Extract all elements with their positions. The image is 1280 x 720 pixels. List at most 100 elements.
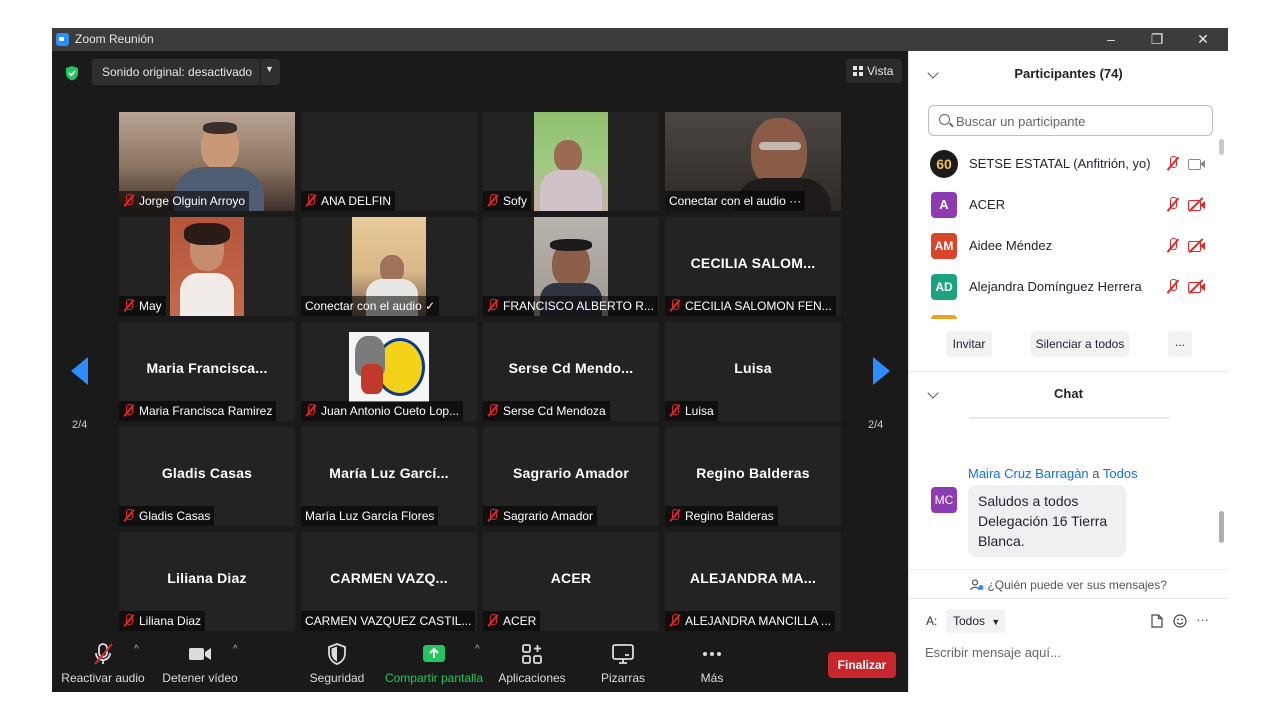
participant-tile[interactable]: ANA DELFIN [301, 112, 477, 211]
participant-display-name: María Luz Garcí... [329, 465, 449, 481]
invite-button[interactable]: Invitar [946, 331, 992, 357]
mic-muted-icon[interactable] [1166, 279, 1180, 295]
participant-name-label: Liliana Diaz [119, 611, 206, 631]
share-options-caret-icon[interactable]: ^ [475, 644, 480, 655]
message-recipient[interactable]: Todos [1103, 466, 1138, 481]
mic-muted-icon [669, 509, 681, 522]
whiteboards-button[interactable]: Pizarras [588, 634, 658, 692]
share-screen-label: Compartir pantalla [384, 671, 484, 685]
restore-button[interactable]: ❐ [1134, 28, 1180, 51]
participant-tile[interactable]: CECILIA SALOM... CECILIA SALOMON FEN... [665, 217, 841, 316]
chevron-down-icon: ▼ [991, 617, 1001, 627]
mic-muted-icon[interactable] [1166, 238, 1180, 254]
chat-more-button[interactable]: ··· [1196, 612, 1209, 627]
mic-muted-icon [487, 614, 499, 627]
participant-tile[interactable]: Conectar con el audio ✓ [301, 217, 477, 316]
close-button[interactable]: ✕ [1180, 28, 1226, 51]
share-screen-button[interactable]: Compartir pantalla [382, 634, 486, 692]
participant-tile[interactable]: Sofy [483, 112, 659, 211]
sound-separator [260, 59, 261, 85]
chat-scrollbar[interactable] [1219, 511, 1224, 543]
audio-options-caret-icon[interactable]: ^ [134, 644, 139, 655]
participant-name: Gladis Casas [139, 509, 211, 523]
participant-name: Sofy [503, 194, 528, 208]
participant-tile[interactable]: ALEJANDRA MA... ALEJANDRA MANCILLA ... [665, 532, 841, 631]
participant-tile[interactable]: May [119, 217, 295, 316]
apps-icon [522, 644, 542, 664]
participant-name: Serse Cd Mendoza [503, 404, 606, 418]
avatar: 60 [930, 150, 958, 178]
view-button[interactable]: Vista [846, 59, 902, 83]
mic-muted-icon [123, 509, 135, 522]
participant-row[interactable]: AD Alejandra Domínguez Herrera [909, 266, 1221, 307]
minimize-button[interactable]: – [1088, 28, 1134, 51]
participant-name-label: CARMEN VAZQUEZ CASTIL... [301, 611, 476, 631]
participant-tile[interactable]: María Luz Garcí... María Luz García Flor… [301, 427, 477, 526]
participants-more-button[interactable]: ... [1168, 331, 1192, 357]
participant-search-box[interactable] [928, 105, 1213, 136]
participant-tile[interactable]: ACER ACER [483, 532, 659, 631]
participant-row[interactable]: A ACER [909, 184, 1221, 225]
recipient-select[interactable]: Todos ▼ [946, 609, 1005, 633]
zoom-app-icon [56, 33, 69, 46]
participant-name-label: Juan Antonio Cueto Lop... [301, 401, 464, 421]
stop-video-button[interactable]: Detener vídeo [156, 634, 244, 692]
security-button[interactable]: Seguridad [302, 634, 372, 692]
participant-name-label: CECILIA SALOMON FEN... [665, 296, 836, 316]
chat-input-divider [909, 598, 1228, 599]
avatar: AM [931, 233, 957, 259]
participant-display-name: Sagrario Amador [512, 465, 630, 481]
participant-tile[interactable]: Liliana Diaz Liliana Diaz [119, 532, 295, 631]
mic-muted-icon [487, 299, 499, 312]
chat-message-input[interactable] [925, 641, 1215, 663]
participant-tile[interactable]: Jorge Olguin Arroyo [119, 112, 295, 211]
next-page-arrow[interactable] [873, 357, 890, 385]
video-options-caret-icon[interactable]: ^ [233, 644, 238, 655]
participant-search-input[interactable] [956, 112, 1206, 130]
sound-dropdown-icon[interactable]: ▼ [265, 64, 274, 74]
previous-page-arrow[interactable] [71, 357, 88, 385]
page-indicator-right: 2/4 [868, 419, 884, 431]
video-camera-icon [189, 648, 211, 660]
share-screen-icon [423, 645, 445, 662]
file-icon[interactable] [1151, 614, 1163, 628]
end-meeting-button[interactable]: Finalizar [828, 652, 896, 678]
participant-tile[interactable]: Gladis Casas Gladis Casas [119, 427, 295, 526]
encryption-shield-icon[interactable] [64, 65, 80, 81]
mic-muted-icon[interactable] [1166, 156, 1180, 172]
message-sender[interactable]: Maira Cruz Barragàn [968, 466, 1089, 481]
participant-tile[interactable]: Conectar con el audio ··· [665, 112, 841, 211]
participant-tile[interactable]: FRANCISCO ALBERTO R... [483, 217, 659, 316]
who-can-see-messages-link[interactable]: ¿Quién puede ver sus mensajes? [909, 578, 1228, 592]
mute-all-button[interactable]: Silenciar a todos [1031, 331, 1129, 357]
participant-name-label: Jorge Olguin Arroyo [119, 191, 250, 211]
video-area: Sonido original: desactivado ▼ Vista 2/4… [52, 51, 908, 692]
mic-muted-icon [123, 194, 135, 207]
participant-tile[interactable]: CARMEN VAZQ... CARMEN VAZQUEZ CASTIL... [301, 532, 477, 631]
participant-row-name: ACER [969, 197, 1006, 212]
participant-name-label: Conectar con el audio ··· [665, 191, 806, 211]
participant-row-name: SETSE ESTATAL (Anfitrión, yo) [969, 156, 1151, 171]
participant-tile[interactable]: Maria Francisca... Maria Francisca Ramir… [119, 322, 295, 421]
mic-muted-icon [305, 194, 317, 207]
participant-tile[interactable]: Sagrario Amador Sagrario Amador [483, 427, 659, 526]
mic-muted-icon[interactable] [1166, 197, 1180, 213]
unmute-button[interactable]: Reactivar audio [58, 634, 148, 692]
participant-row[interactable]: AM Aidee Méndez [909, 225, 1221, 266]
participant-list-scrollbar[interactable] [1219, 139, 1224, 155]
participant-display-name: Regino Balderas [696, 465, 810, 481]
original-sound-button[interactable]: Sonido original: desactivado ▼ [92, 59, 280, 85]
participant-list: 60 SETSE ESTATAL (Anfitrión, yo) A ACER … [909, 143, 1228, 319]
participant-tile[interactable]: Serse Cd Mendo... Serse Cd Mendoza [483, 322, 659, 421]
emoji-icon[interactable] [1173, 614, 1187, 628]
participant-row-partial[interactable] [909, 307, 1221, 319]
participant-tile[interactable]: Regino Balderas Regino Balderas [665, 427, 841, 526]
participant-row[interactable]: 60 SETSE ESTATAL (Anfitrión, yo) [909, 143, 1221, 184]
video-camera-icon[interactable] [1188, 158, 1206, 170]
club-logo-image [349, 332, 429, 402]
participant-name-label: Sagrario Amador [483, 506, 598, 526]
more-button[interactable]: Más [682, 634, 742, 692]
participant-tile[interactable]: Luisa Luisa [665, 322, 841, 421]
apps-button[interactable]: Aplicaciones [496, 634, 568, 692]
participant-tile[interactable]: Juan Antonio Cueto Lop... [301, 322, 477, 421]
